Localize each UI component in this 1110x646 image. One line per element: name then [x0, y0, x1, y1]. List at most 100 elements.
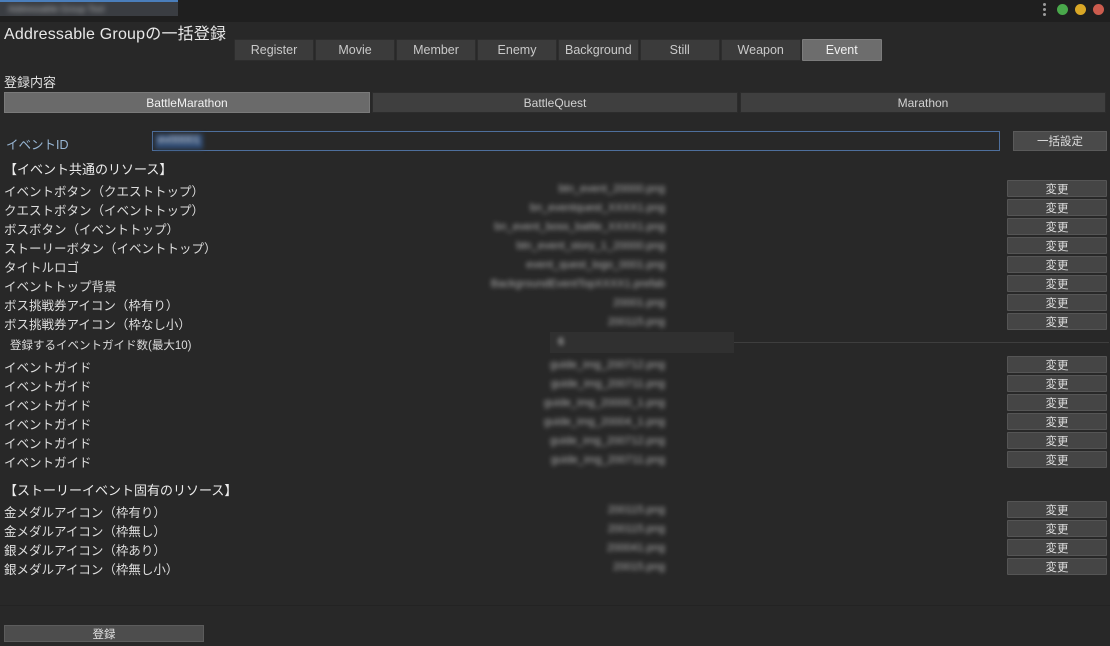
- event-id-label: イベントID: [6, 138, 69, 152]
- resource-row: 銀メダルアイコン（枠無し小） 20015.png 変更: [0, 558, 1110, 577]
- resource-row: クエストボタン（イベントトップ） bn_eventquest_XXXX1.png 変…: [0, 199, 1110, 218]
- resource-label: イベントトップ背景: [4, 280, 117, 294]
- resource-row: ストーリーボタン（イベントトップ） btn_event_story_1_20000…: [0, 237, 1110, 256]
- resource-filename: BackgroundEventTopXXXX1.prefab: [490, 278, 665, 290]
- change-button[interactable]: 変更: [1007, 413, 1107, 430]
- app-window: Addressable Group Tool Addressable Group…: [0, 0, 1110, 646]
- submit-button[interactable]: 登録: [4, 625, 204, 642]
- resource-filename: 20001.png: [613, 297, 665, 309]
- window-controls: [1043, 3, 1104, 16]
- resource-filename: 200115.png: [607, 523, 665, 535]
- resource-label: 銀メダルアイコン（枠無し小）: [4, 563, 179, 577]
- event-id-value: ev00001: [155, 134, 204, 149]
- resource-filename: btn_event_20000.png: [558, 183, 665, 195]
- change-button[interactable]: 変更: [1007, 356, 1107, 373]
- resource-list: 【イベント共通のリソース】イベントボタン（クエストトップ） btn_event_2…: [0, 160, 1110, 577]
- resource-row: イベントガイド guide_img_200711.png 変更: [0, 375, 1110, 394]
- resource-label: イベントガイド: [4, 437, 92, 451]
- resource-filename: 200115.png: [607, 504, 665, 516]
- change-button[interactable]: 変更: [1007, 539, 1107, 556]
- change-button[interactable]: 変更: [1007, 313, 1107, 330]
- change-button[interactable]: 変更: [1007, 237, 1107, 254]
- subtab-marathon[interactable]: Marathon: [740, 92, 1106, 113]
- change-button[interactable]: 変更: [1007, 520, 1107, 537]
- kebab-menu-icon[interactable]: [1043, 3, 1047, 16]
- guide-count-line: [734, 342, 1109, 343]
- change-button[interactable]: 変更: [1007, 180, 1107, 197]
- resource-filename: guide_img_200712.png: [550, 435, 665, 447]
- resource-filename: guide_img_20000_1.png: [543, 397, 665, 409]
- subtab-battlequest[interactable]: BattleQuest: [372, 92, 738, 113]
- event-id-row: イベントID ev00001 一括設定: [0, 131, 1110, 153]
- resource-row: イベントガイド guide_img_200712.png 変更: [0, 356, 1110, 375]
- resource-filename: 200115.png: [607, 316, 665, 328]
- resource-filename: btn_event_story_1_20000.png: [516, 240, 665, 252]
- change-button[interactable]: 変更: [1007, 432, 1107, 449]
- resource-row: イベントガイド guide_img_200711.png 変更: [0, 451, 1110, 470]
- change-button[interactable]: 変更: [1007, 501, 1107, 518]
- guide-count-row: 登録するイベントガイド数(最大10) 6: [0, 332, 1110, 356]
- tab-still[interactable]: Still: [639, 39, 720, 61]
- window-tab[interactable]: Addressable Group Tool: [0, 0, 178, 16]
- resource-row: イベントガイド guide_img_20004_1.png 変更: [0, 413, 1110, 432]
- guide-count-input[interactable]: 6: [550, 332, 734, 353]
- resource-filename: bn_eventquest_XXXX1.png: [529, 202, 665, 214]
- group-heading: 【ストーリーイベント固有のリソース】: [4, 483, 238, 498]
- tab-register[interactable]: Register: [234, 39, 314, 61]
- tab-movie[interactable]: Movie: [315, 39, 395, 61]
- close-icon[interactable]: [1093, 4, 1104, 15]
- resource-row: 金メダルアイコン（枠有り） 200115.png 変更: [0, 501, 1110, 520]
- resource-label: イベントボタン（クエストトップ）: [4, 185, 205, 199]
- resource-label: 銀メダルアイコン（枠あり）: [4, 544, 166, 558]
- resource-label: タイトルロゴ: [4, 261, 80, 275]
- change-button[interactable]: 変更: [1007, 375, 1107, 392]
- resource-label: イベントガイド: [4, 399, 92, 413]
- resource-label: イベントガイド: [4, 456, 92, 470]
- tab-weapon[interactable]: Weapon: [720, 39, 801, 61]
- resource-row: タイトルロゴ event_quest_logo_0001.png 変更: [0, 256, 1110, 275]
- change-button[interactable]: 変更: [1007, 394, 1107, 411]
- subtab-battlemarathon[interactable]: BattleMarathon: [4, 92, 370, 113]
- maximize-icon[interactable]: [1057, 4, 1068, 15]
- resource-label: ストーリーボタン（イベントトップ）: [4, 242, 217, 256]
- guide-count-label: 登録するイベントガイド数(最大10): [10, 340, 192, 352]
- group-heading: 【イベント共通のリソース】: [4, 162, 173, 177]
- tab-member[interactable]: Member: [396, 39, 476, 61]
- change-button[interactable]: 変更: [1007, 275, 1107, 292]
- resource-filename: guide_img_20004_1.png: [543, 416, 665, 428]
- tab-enemy[interactable]: Enemy: [477, 39, 557, 61]
- resource-row: ボスボタン（イベントトップ） bn_event_boss_battle_XXXX1…: [0, 218, 1110, 237]
- page-title: Addressable Groupの一括登録: [4, 26, 227, 43]
- sub-tab-strip: BattleMarathon BattleQuest Marathon: [4, 92, 1106, 113]
- resource-label: 金メダルアイコン（枠無し）: [4, 525, 166, 539]
- minimize-icon[interactable]: [1075, 4, 1086, 15]
- resource-label: クエストボタン（イベントトップ）: [4, 204, 205, 218]
- event-id-input[interactable]: ev00001: [152, 131, 1000, 151]
- resource-filename: event_quest_logo_0001.png: [526, 259, 665, 271]
- resource-row: 銀メダルアイコン（枠あり） 200041.png 変更: [0, 539, 1110, 558]
- resource-filename: 200041.png: [606, 542, 665, 554]
- change-button[interactable]: 変更: [1007, 294, 1107, 311]
- change-button[interactable]: 変更: [1007, 451, 1107, 468]
- resource-label: 金メダルアイコン（枠有り）: [4, 506, 166, 520]
- resource-filename: guide_img_200712.png: [550, 359, 665, 371]
- change-button[interactable]: 変更: [1007, 199, 1107, 216]
- batch-setting-button[interactable]: 一括設定: [1013, 131, 1107, 151]
- resource-row: ボス挑戦券アイコン（枠なし小） 200115.png 変更: [0, 313, 1110, 332]
- resource-row: イベントガイド guide_img_200712.png 変更: [0, 432, 1110, 451]
- tab-background[interactable]: Background: [558, 39, 639, 61]
- resource-label: イベントガイド: [4, 418, 92, 432]
- resource-label: イベントガイド: [4, 361, 92, 375]
- resource-row: イベントボタン（クエストトップ） btn_event_20000.png 変更: [0, 180, 1110, 199]
- change-button[interactable]: 変更: [1007, 218, 1107, 235]
- resource-label: ボス挑戦券アイコン（枠有り）: [4, 299, 179, 313]
- change-button[interactable]: 変更: [1007, 256, 1107, 273]
- resource-row: イベントトップ背景 BackgroundEventTopXXXX1.prefab 変…: [0, 275, 1110, 294]
- resource-row: 金メダルアイコン（枠無し） 200115.png 変更: [0, 520, 1110, 539]
- resource-filename: guide_img_200711.png: [550, 454, 665, 466]
- change-button[interactable]: 変更: [1007, 558, 1107, 575]
- tab-event[interactable]: Event: [801, 39, 882, 61]
- bottom-divider: [0, 605, 1110, 606]
- resource-row: ボス挑戦券アイコン（枠有り） 20001.png 変更: [0, 294, 1110, 313]
